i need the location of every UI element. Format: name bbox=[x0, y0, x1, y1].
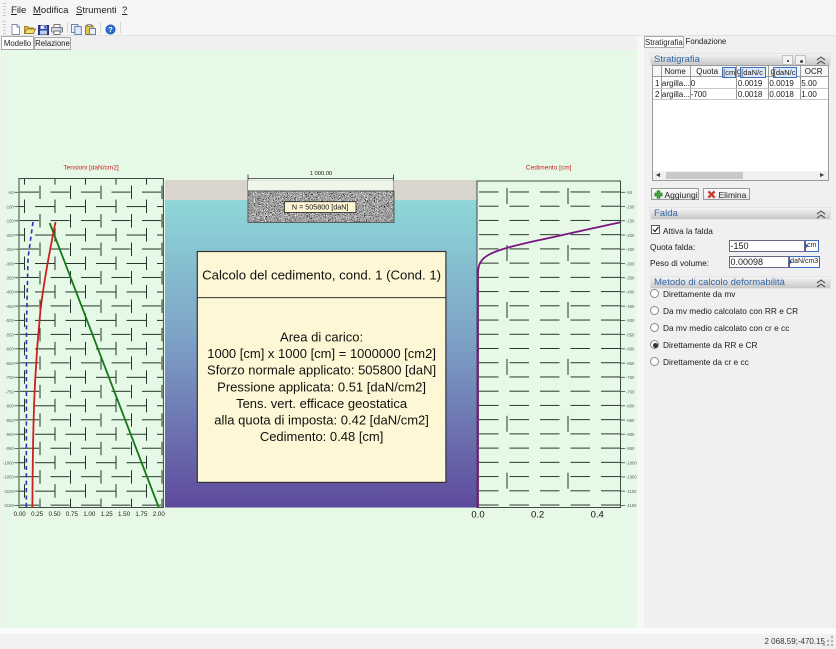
svg-text:-350: -350 bbox=[5, 276, 14, 281]
svg-text:1.50: 1.50 bbox=[118, 511, 131, 518]
svg-text:Pressione applicata: 0.51 [daN: Pressione applicata: 0.51 [daN/cm2] bbox=[217, 380, 426, 395]
svg-text:-800: -800 bbox=[5, 404, 14, 409]
svg-text:?: ? bbox=[108, 27, 112, 34]
svg-text:-250: -250 bbox=[5, 247, 14, 252]
svg-text:Cedimento [cm]: Cedimento [cm] bbox=[526, 165, 572, 172]
svg-text:-300: -300 bbox=[626, 261, 635, 266]
svg-text:alla quota di imposta: 0.42 [d: alla quota di imposta: 0.42 [daN/cm2] bbox=[214, 413, 429, 428]
svg-text:-1000: -1000 bbox=[626, 461, 637, 466]
svg-text:-600: -600 bbox=[5, 347, 14, 352]
svg-text:-950: -950 bbox=[5, 446, 14, 451]
svg-text:1 000.00: 1 000.00 bbox=[310, 171, 333, 177]
svg-text:-1150: -1150 bbox=[3, 503, 14, 508]
svg-text:-500: -500 bbox=[5, 318, 14, 323]
svg-text:-1150: -1150 bbox=[626, 503, 637, 508]
svg-text:-300: -300 bbox=[5, 261, 14, 266]
svg-text:1.00: 1.00 bbox=[83, 511, 96, 518]
svg-text:Area di carico:: Area di carico: bbox=[280, 329, 363, 344]
svg-text:-100: -100 bbox=[5, 204, 14, 209]
svg-text:-700: -700 bbox=[5, 375, 14, 380]
svg-text:-850: -850 bbox=[626, 418, 635, 423]
svg-text:-650: -650 bbox=[5, 361, 14, 366]
svg-text:Calcolo del cedimento, cond. 1: Calcolo del cedimento, cond. 1 (Cond. 1) bbox=[202, 268, 441, 283]
svg-text:-550: -550 bbox=[5, 332, 14, 337]
svg-text:Sforzo normale applicato: 5058: Sforzo normale applicato: 505800 [daN] bbox=[207, 362, 436, 377]
svg-text:-700: -700 bbox=[626, 375, 635, 380]
svg-text:Tens. vert. efficace geostatic: Tens. vert. efficace geostatica bbox=[236, 396, 408, 411]
svg-text:-850: -850 bbox=[5, 418, 14, 423]
svg-text:0.25: 0.25 bbox=[31, 511, 44, 518]
svg-text:1.25: 1.25 bbox=[101, 511, 114, 518]
svg-text:-800: -800 bbox=[626, 404, 635, 409]
svg-text:0.2: 0.2 bbox=[531, 510, 544, 521]
svg-text:-950: -950 bbox=[626, 446, 635, 451]
svg-text:-1100: -1100 bbox=[626, 489, 637, 494]
svg-text:-1050: -1050 bbox=[3, 475, 14, 480]
svg-text:-50: -50 bbox=[8, 190, 15, 195]
svg-text:-100: -100 bbox=[626, 204, 635, 209]
svg-text:-350: -350 bbox=[626, 276, 635, 281]
svg-text:N = 505800 [daN]: N = 505800 [daN] bbox=[292, 203, 349, 212]
svg-text:-150: -150 bbox=[626, 219, 635, 224]
svg-text:1000 [cm] x 1000 [cm] = 100000: 1000 [cm] x 1000 [cm] = 1000000 [cm2] bbox=[207, 346, 436, 361]
svg-text:-400: -400 bbox=[626, 290, 635, 295]
svg-text:0.4: 0.4 bbox=[591, 510, 604, 521]
svg-text:-250: -250 bbox=[626, 247, 635, 252]
svg-text:-550: -550 bbox=[626, 332, 635, 337]
svg-text:-150: -150 bbox=[5, 219, 14, 224]
svg-text:-650: -650 bbox=[626, 361, 635, 366]
svg-text:-600: -600 bbox=[626, 347, 635, 352]
svg-text:-900: -900 bbox=[626, 432, 635, 437]
svg-text:-1100: -1100 bbox=[3, 489, 14, 494]
svg-text:-750: -750 bbox=[5, 389, 14, 394]
svg-text:1.75: 1.75 bbox=[135, 511, 148, 518]
svg-text:-500: -500 bbox=[626, 318, 635, 323]
svg-text:0.0: 0.0 bbox=[471, 510, 484, 521]
svg-text:-900: -900 bbox=[5, 432, 14, 437]
svg-text:-1050: -1050 bbox=[626, 475, 637, 480]
svg-text:-450: -450 bbox=[626, 304, 635, 309]
svg-text:-750: -750 bbox=[626, 389, 635, 394]
svg-text:2.00: 2.00 bbox=[153, 511, 166, 518]
svg-text:0.00: 0.00 bbox=[14, 511, 27, 518]
svg-text:-400: -400 bbox=[5, 290, 14, 295]
svg-text:-200: -200 bbox=[5, 233, 14, 238]
svg-text:-1000: -1000 bbox=[3, 461, 14, 466]
svg-text:-200: -200 bbox=[626, 233, 635, 238]
svg-text:Cedimento: 0.48 [cm]: Cedimento: 0.48 [cm] bbox=[260, 429, 384, 444]
svg-text:0.75: 0.75 bbox=[66, 511, 79, 518]
svg-text:0.50: 0.50 bbox=[48, 511, 61, 518]
svg-text:Tensioni [daN/cm2]: Tensioni [daN/cm2] bbox=[63, 165, 118, 172]
svg-text:-450: -450 bbox=[5, 304, 14, 309]
svg-text:-50: -50 bbox=[626, 190, 633, 195]
